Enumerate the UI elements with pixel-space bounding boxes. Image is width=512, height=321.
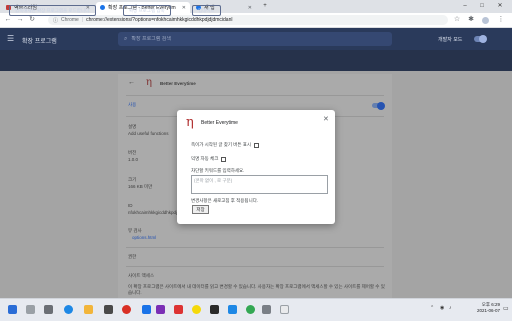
office-icon[interactable] (174, 305, 183, 314)
extension-logo-icon: η (186, 115, 194, 130)
address-url: chrome://extensions/?options=nfokhcaimhk… (86, 17, 233, 23)
puzzle-icon (100, 5, 105, 10)
info-icon: ⓘ (53, 17, 59, 24)
search-icon: ⌕ (124, 35, 128, 42)
load-unpacked-button[interactable]: 압축해제된 확장 프로그램을 로드합니다. (9, 5, 97, 16)
reload-note: 변경사항은 새로고침 후 적용됩니다. (191, 198, 259, 203)
option-row-anonymous: 익명 자동 체크 (191, 156, 227, 162)
taskbar (0, 298, 512, 321)
anonymous-checkbox[interactable] (221, 156, 227, 162)
dev-mode-label: 개발자 모드 (438, 37, 463, 43)
option-row-find-button: 족이가 시작된 글 찾기 버튼 표시 (191, 142, 260, 148)
extensions-icon[interactable]: ✱ (466, 15, 476, 25)
dev-mode-toggle[interactable] (474, 35, 487, 43)
search-input[interactable] (131, 36, 332, 42)
network-icon[interactable]: ◉ (440, 305, 444, 311)
tray-clock[interactable]: 오후 6:29 2021-06-07 (460, 302, 500, 314)
keyword-label: 차단할 키워드를 입력하세요. (191, 168, 245, 173)
star-icon[interactable]: ☆ (452, 15, 462, 25)
volume-icon[interactable]: ♪ (449, 305, 452, 311)
search-box[interactable]: ⌕ (118, 32, 392, 46)
vscode-icon[interactable] (228, 305, 237, 314)
more-icon[interactable]: ⋮ (496, 15, 506, 25)
app-icon[interactable] (262, 305, 271, 314)
media-player-icon[interactable] (122, 305, 131, 314)
notepad-icon[interactable] (280, 305, 289, 314)
avatar[interactable] (482, 17, 489, 24)
kakaotalk-icon[interactable] (192, 305, 201, 314)
onenote-icon[interactable] (156, 305, 165, 314)
new-tab-button[interactable]: + (258, 2, 272, 11)
page-title: 확장 프로그램 (22, 39, 57, 45)
option-label: 족이가 시작된 글 찾기 버튼 표시 (191, 142, 252, 147)
tray-date: 2021-06-07 (476, 308, 500, 313)
store-icon[interactable] (104, 305, 113, 314)
windows-start-icon[interactable] (8, 305, 17, 314)
pack-extension-button[interactable]: 확장 프로그램 압축 (123, 5, 171, 16)
search-icon[interactable] (26, 305, 35, 314)
back-icon[interactable]: ← (3, 15, 13, 25)
maximize-button[interactable]: □ (475, 2, 489, 11)
close-window-button[interactable]: ✕ (493, 2, 507, 11)
options-dialog: η Better Everytime ✕ 족이가 시작된 글 찾기 버튼 표시 … (177, 110, 335, 224)
address-chip: Chrome (61, 17, 79, 23)
save-button[interactable]: 저장 (192, 205, 209, 214)
find-button-checkbox[interactable] (254, 142, 260, 148)
menu-icon[interactable]: ☰ (7, 34, 17, 44)
terminal-icon[interactable] (210, 305, 219, 314)
tray-chevron-icon[interactable]: ⌃ (430, 305, 434, 311)
edge-icon[interactable] (64, 305, 73, 314)
close-icon[interactable]: ✕ (323, 115, 329, 123)
option-label: 익명 자동 체크 (191, 156, 219, 161)
address-separator: | (81, 17, 84, 23)
chrome-icon[interactable] (246, 305, 255, 314)
reload-icon[interactable]: ↻ (27, 15, 37, 25)
address-bar[interactable]: ⓘ Chrome | chrome://extensions/?options=… (48, 15, 448, 25)
file-explorer-icon[interactable] (84, 305, 93, 314)
update-button[interactable]: 업데이트 (192, 5, 221, 16)
task-view-icon[interactable] (44, 305, 53, 314)
blocked-keywords-textarea[interactable] (191, 175, 328, 194)
dialog-title: Better Everytime (201, 120, 238, 126)
close-icon[interactable]: ✕ (248, 5, 252, 11)
extensions-header: ☰ 확장 프로그램 ⌕ 개발자 모드 (0, 28, 512, 50)
close-icon[interactable]: ✕ (182, 5, 186, 11)
minimize-button[interactable]: – (458, 2, 472, 11)
mail-icon[interactable] (142, 305, 151, 314)
notification-icon[interactable]: ▭ (503, 305, 509, 312)
forward-icon[interactable]: → (15, 15, 25, 25)
